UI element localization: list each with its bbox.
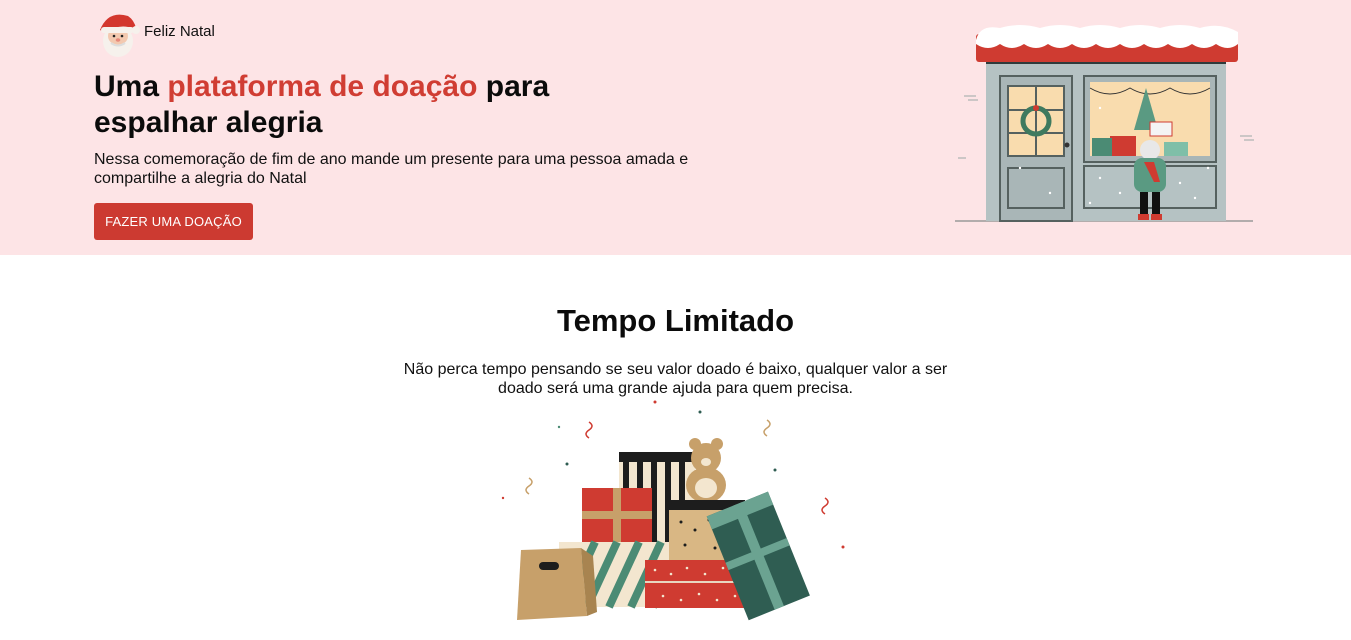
hero-description: Nessa comemoração de fim de ano mande um…: [94, 151, 689, 187]
donate-button[interactable]: FAZER UMA DOAÇÃO: [94, 203, 253, 240]
hero-section: Feliz Natal Uma plataforma de doação par…: [0, 0, 1351, 255]
hero-title-part1: Uma: [94, 70, 168, 103]
section-description: Não perca tempo pensando se seu valor do…: [403, 361, 948, 397]
brand[interactable]: Feliz Natal: [94, 8, 215, 60]
santa-claus-icon: [100, 14, 140, 57]
brand-name: Feliz Natal: [144, 23, 215, 40]
gift-pile-illustration: [501, 400, 845, 621]
hero-title-highlight: plataforma de doação: [167, 70, 478, 103]
section-title: Tempo Limitado: [556, 303, 795, 338]
christmas-shop-illustration: [955, 25, 1254, 222]
hero-title: Uma plataforma de doação para espalhar a…: [94, 69, 654, 141]
